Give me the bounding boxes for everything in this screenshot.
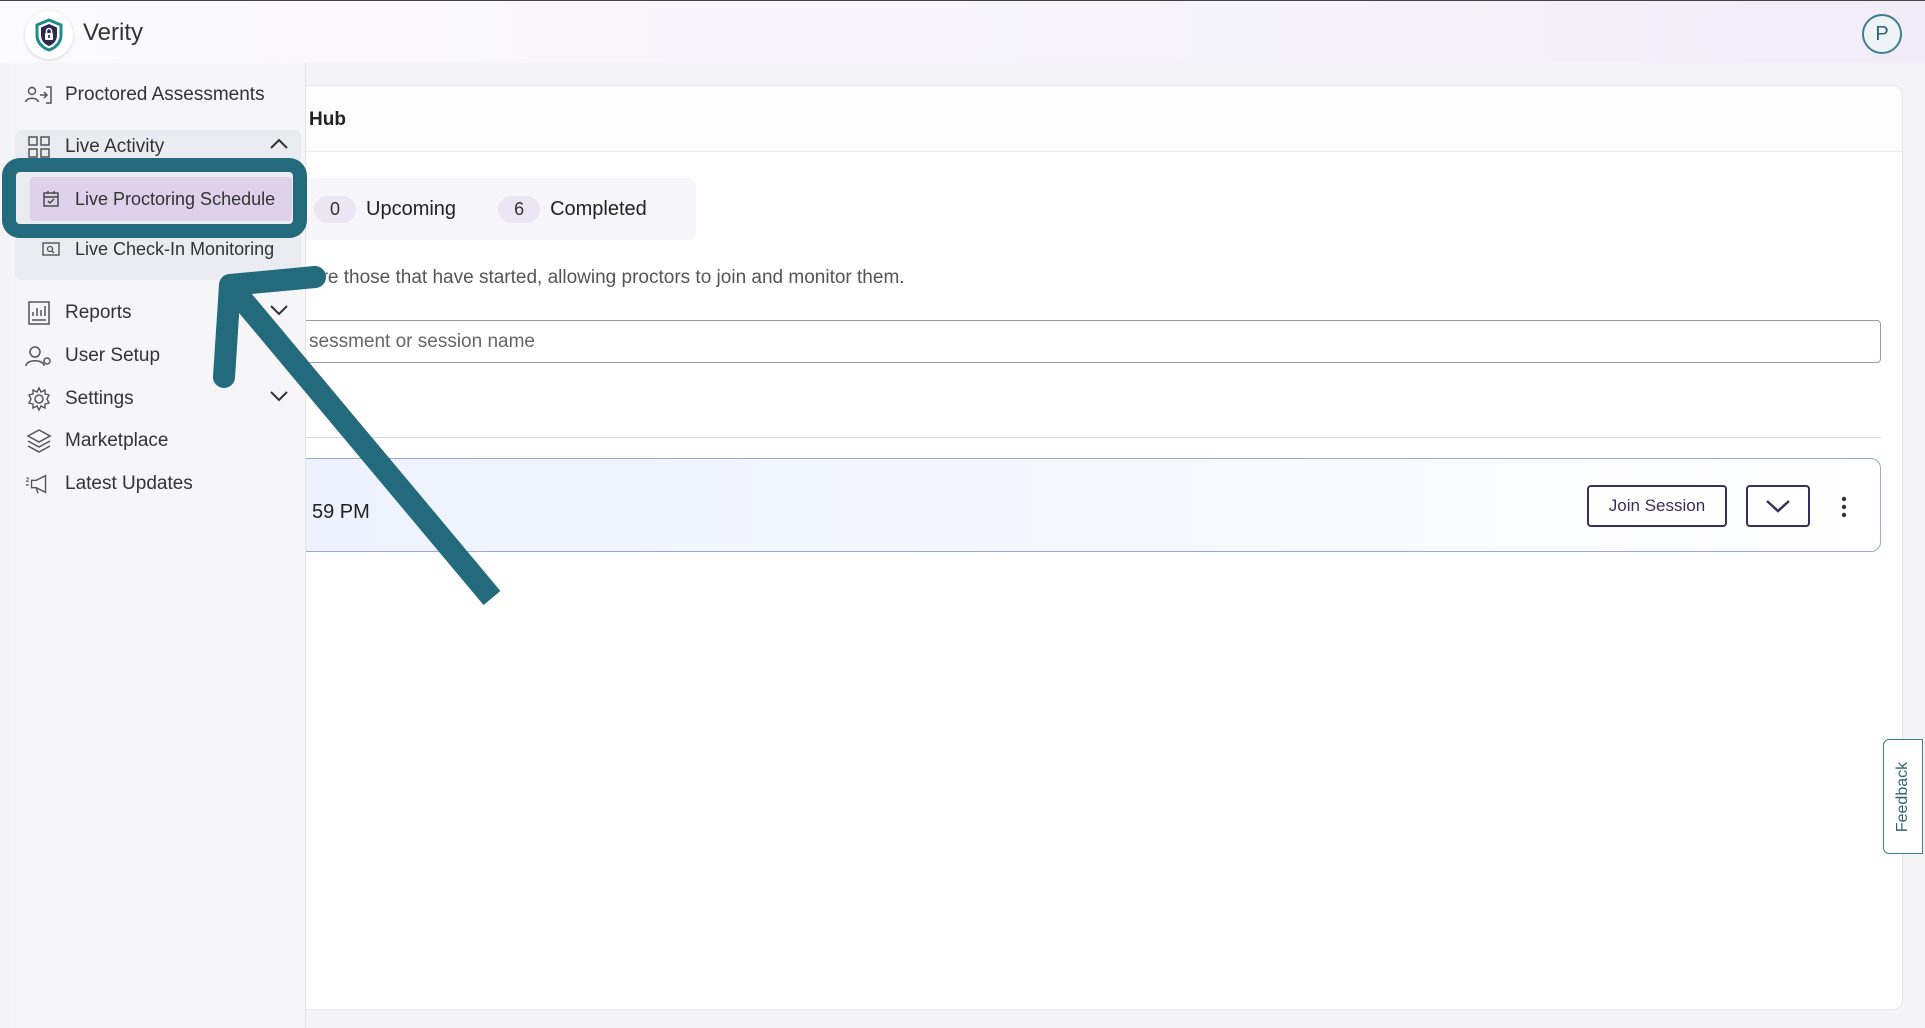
chevron-down-icon bbox=[1766, 500, 1790, 513]
session-tabs: 0 Upcoming 6 Completed bbox=[296, 178, 696, 240]
sidebar-item-label: Latest Updates bbox=[65, 473, 193, 494]
sidebar-item-label: Proctored Assessments bbox=[65, 84, 265, 105]
completed-count-badge: 6 bbox=[498, 195, 541, 223]
sidebar-item-label: Settings bbox=[65, 388, 134, 409]
vertical-dots-icon bbox=[1841, 496, 1847, 518]
highlight-frame bbox=[2, 158, 307, 238]
sidebar-item-label: User Setup bbox=[65, 345, 161, 366]
session-row[interactable]: 59 PM Join Session bbox=[296, 458, 1881, 552]
tab-completed-label: Completed bbox=[550, 197, 647, 220]
proctored-assessments-icon bbox=[25, 81, 53, 109]
layers-icon bbox=[25, 427, 53, 455]
chevron-up-icon bbox=[270, 138, 288, 149]
top-bar: Verity P bbox=[0, 0, 1925, 63]
sidebar-item-label: Reports bbox=[65, 302, 132, 323]
join-session-button[interactable]: Join Session bbox=[1587, 485, 1727, 527]
gear-icon bbox=[25, 385, 53, 413]
feedback-tab[interactable]: Feedback bbox=[1883, 739, 1923, 854]
grid-icon bbox=[25, 133, 53, 161]
pointer-arrow-icon bbox=[213, 266, 501, 606]
megaphone-icon bbox=[25, 470, 53, 498]
reports-icon bbox=[25, 299, 53, 327]
app-name: Verity bbox=[83, 19, 144, 46]
divider bbox=[296, 437, 1881, 438]
user-gear-icon bbox=[25, 342, 53, 370]
sidebar-item-proctored-assessments[interactable]: Proctored Assessments bbox=[25, 74, 297, 116]
main-card: Hub 0 Upcoming 6 Completed are those tha… bbox=[285, 85, 1903, 1010]
tab-upcoming[interactable]: 0 Upcoming bbox=[314, 195, 457, 223]
page-title: Hub bbox=[309, 109, 346, 130]
sidebar-item-label: Live Activity bbox=[65, 136, 165, 157]
session-search-input[interactable] bbox=[296, 320, 1881, 363]
monitor-search-icon bbox=[42, 238, 64, 260]
card-header: Hub bbox=[286, 86, 1902, 152]
expand-session-button[interactable] bbox=[1746, 485, 1810, 527]
tab-upcoming-label: Upcoming bbox=[366, 197, 457, 220]
feedback-label: Feedback bbox=[1894, 761, 1912, 832]
verity-logo-icon[interactable] bbox=[25, 11, 73, 59]
more-options-button[interactable] bbox=[1832, 487, 1856, 527]
tab-completed[interactable]: 6 Completed bbox=[498, 195, 647, 223]
user-avatar[interactable]: P bbox=[1862, 14, 1902, 54]
upcoming-count-badge: 0 bbox=[314, 195, 357, 223]
sidebar-item-label: Marketplace bbox=[65, 430, 169, 451]
